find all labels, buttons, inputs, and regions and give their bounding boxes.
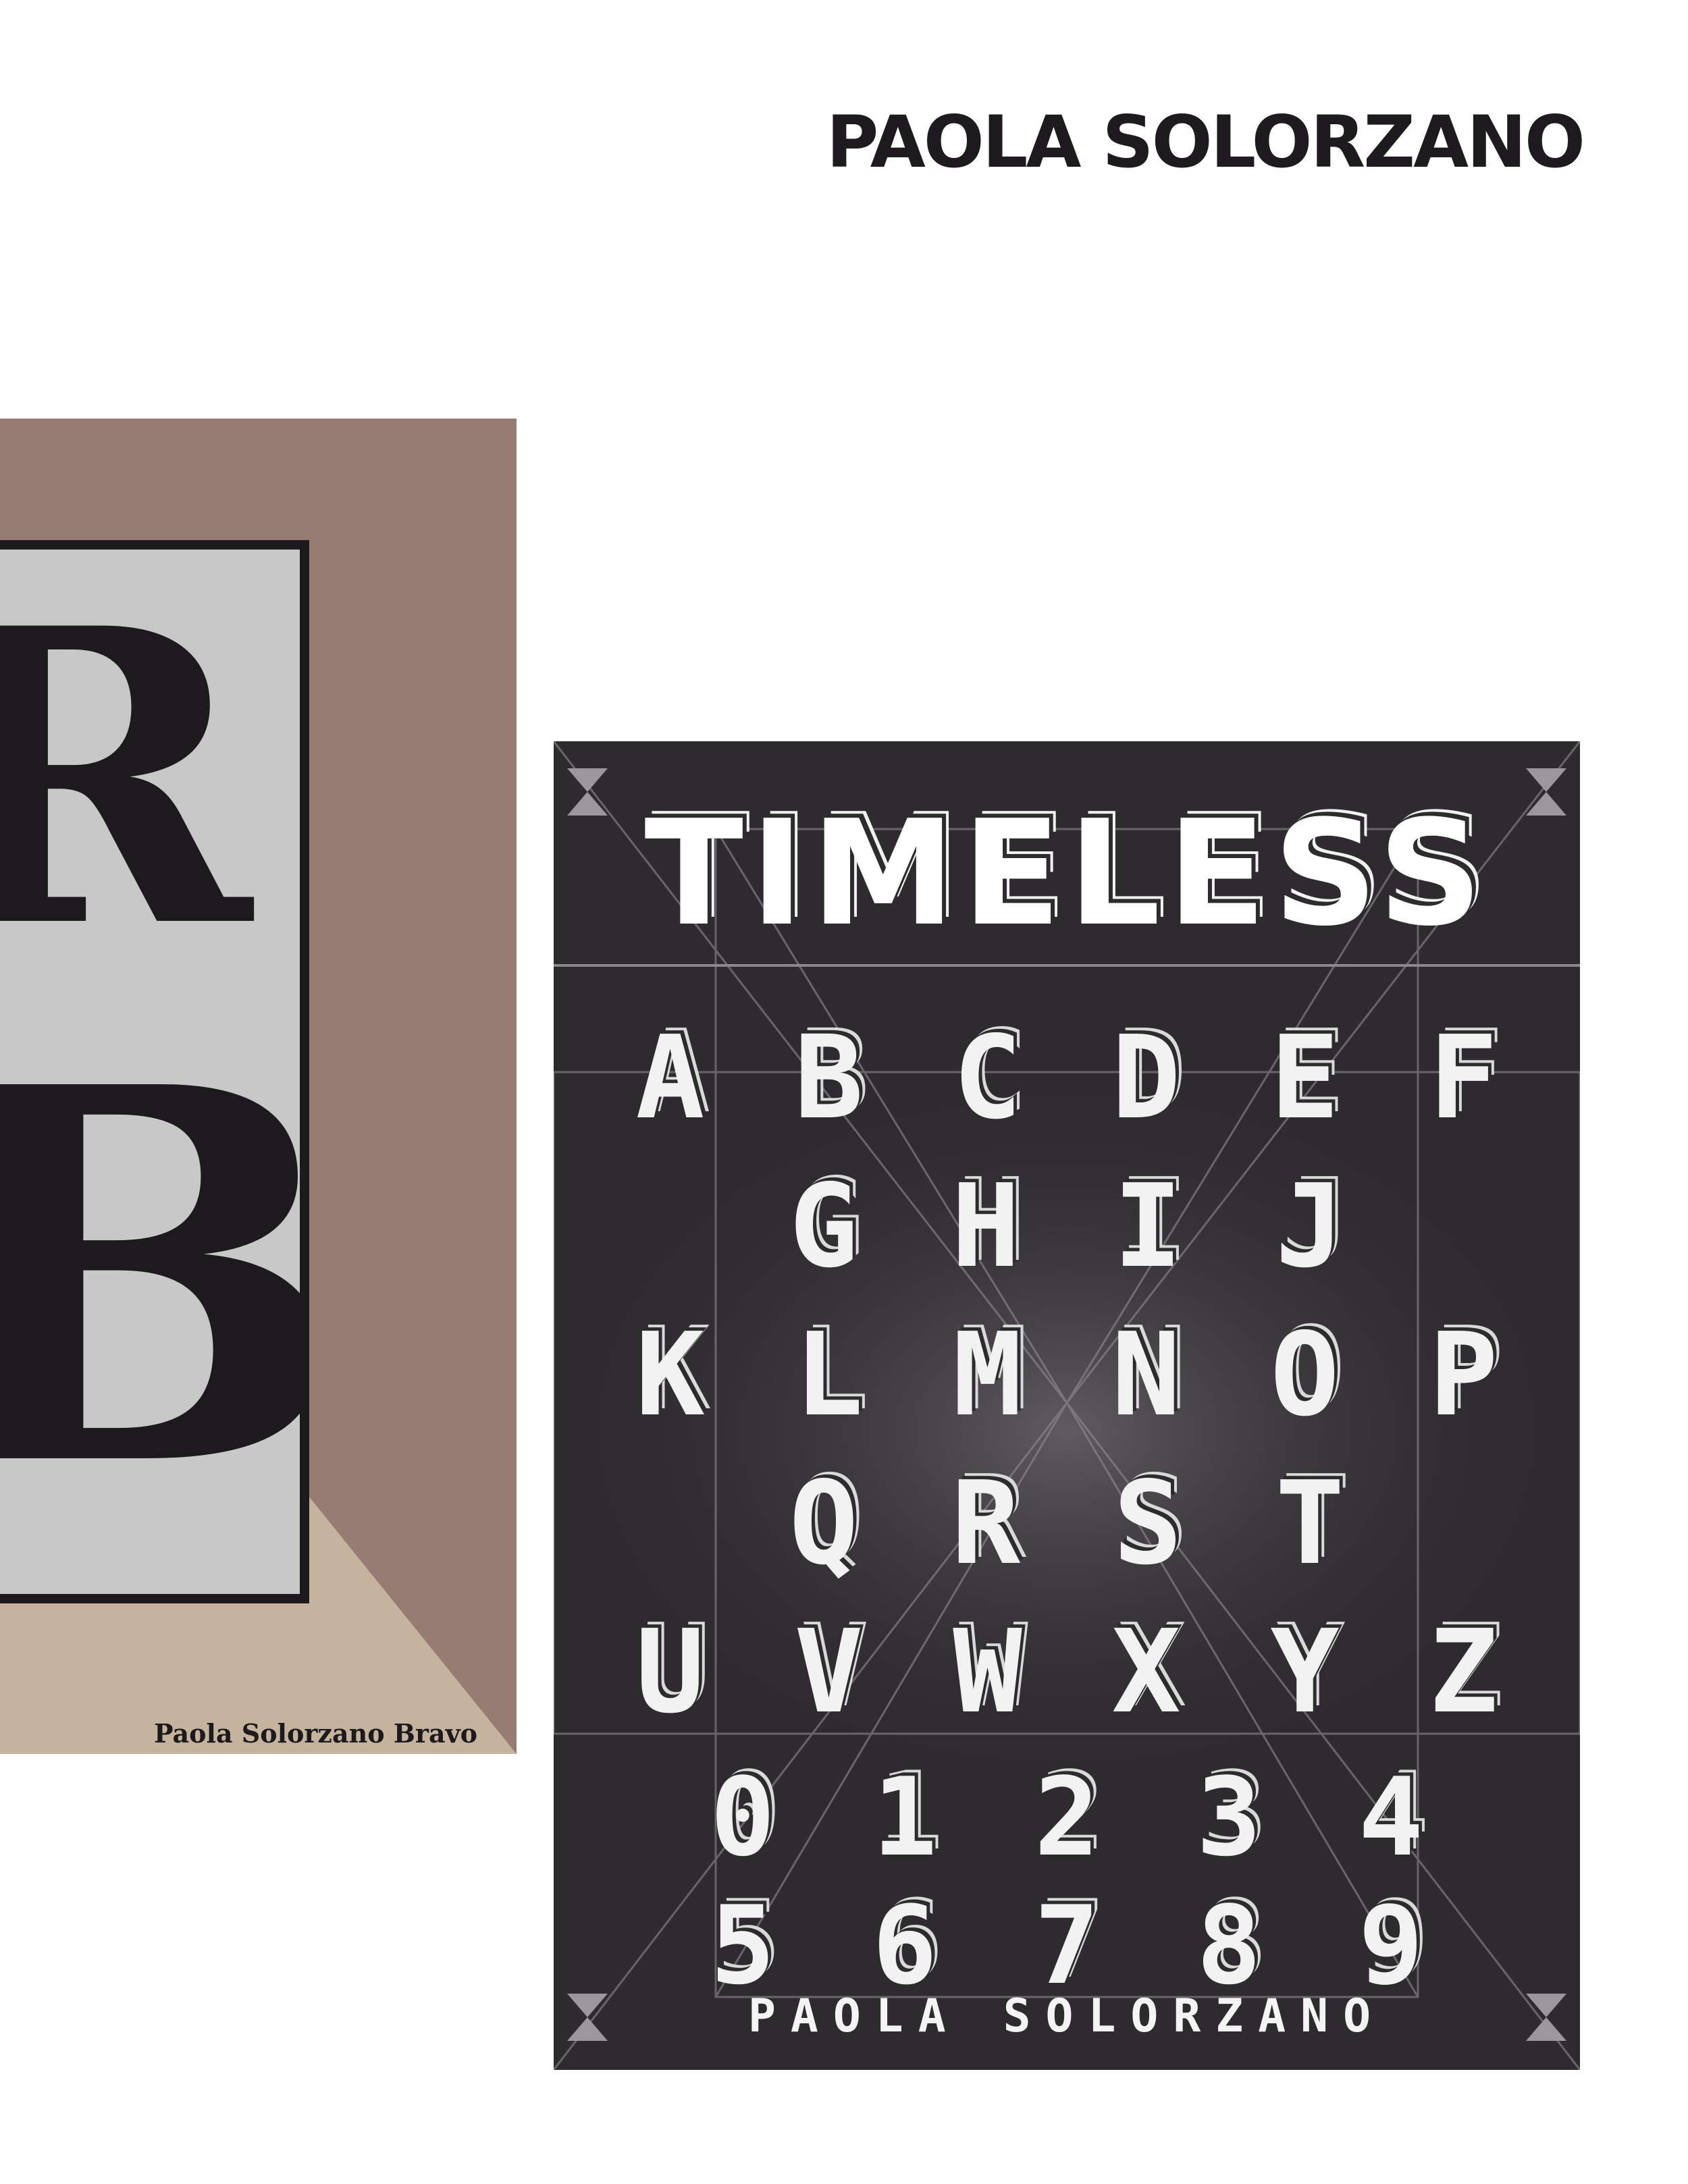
poster-footer: PAOLA SOLORZANO: [747, 1990, 1386, 2043]
page-header: PAOLA SOLORZANO: [800, 95, 1585, 189]
glyph-row: G H I J: [554, 1160, 1580, 1294]
glyph: S: [1113, 1457, 1183, 1591]
glyph-b: B: [0, 1022, 300, 1535]
glyph: H: [951, 1160, 1021, 1294]
glyph: D: [1111, 1011, 1181, 1145]
right-poster: TIMELESS A B C D E F G H I J K L M N O P…: [554, 741, 1580, 2070]
glyph-frame: R B: [0, 540, 309, 1603]
glyph: O: [1270, 1308, 1340, 1442]
glyph: 0: [710, 1754, 776, 1880]
glyph: Q: [789, 1457, 859, 1591]
glyph: T: [1275, 1457, 1345, 1591]
glyph-row: Q R S T: [554, 1457, 1580, 1591]
glyph: G: [789, 1160, 859, 1294]
designer-name: PAOLA SOLORZANO: [826, 100, 1585, 184]
glyph: M: [953, 1308, 1022, 1442]
glyph-row: U V W X Y Z: [554, 1605, 1580, 1739]
glyph: X: [1111, 1605, 1181, 1739]
left-poster: R B Paola Solorzano Bravo: [0, 419, 517, 1754]
glyph: L: [794, 1308, 864, 1442]
glyph: A: [635, 1011, 705, 1145]
glyph: P: [1429, 1308, 1498, 1442]
poster-title: TIMELESS: [644, 789, 1489, 958]
glyph: B: [794, 1011, 864, 1145]
glyph: 3: [1196, 1754, 1262, 1880]
glyph: Y: [1270, 1605, 1340, 1739]
glyph: J: [1275, 1160, 1345, 1294]
glyph: E: [1270, 1011, 1340, 1145]
glyph: W: [953, 1605, 1022, 1739]
glyph-row: A B C D E F: [554, 1011, 1580, 1145]
glyph: N: [1111, 1308, 1181, 1442]
glyph-row: 0 1 2 3 4: [554, 1754, 1580, 1880]
poster-credit: Paola Solorzano Bravo: [154, 1718, 477, 1749]
glyph-r: R: [0, 577, 266, 982]
glyph: K: [635, 1308, 705, 1442]
glyph: Z: [1429, 1605, 1498, 1739]
glyph: R: [951, 1457, 1021, 1591]
glyph-row: K L M N O P: [554, 1308, 1580, 1442]
glyph: 1: [872, 1754, 938, 1880]
glyph: I: [1113, 1160, 1183, 1294]
glyph: 4: [1358, 1754, 1424, 1880]
glyph: 2: [1034, 1754, 1100, 1880]
glyph: F: [1429, 1011, 1498, 1145]
glyph: C: [953, 1011, 1022, 1145]
glyph: V: [794, 1605, 864, 1739]
glyph: U: [635, 1605, 705, 1739]
